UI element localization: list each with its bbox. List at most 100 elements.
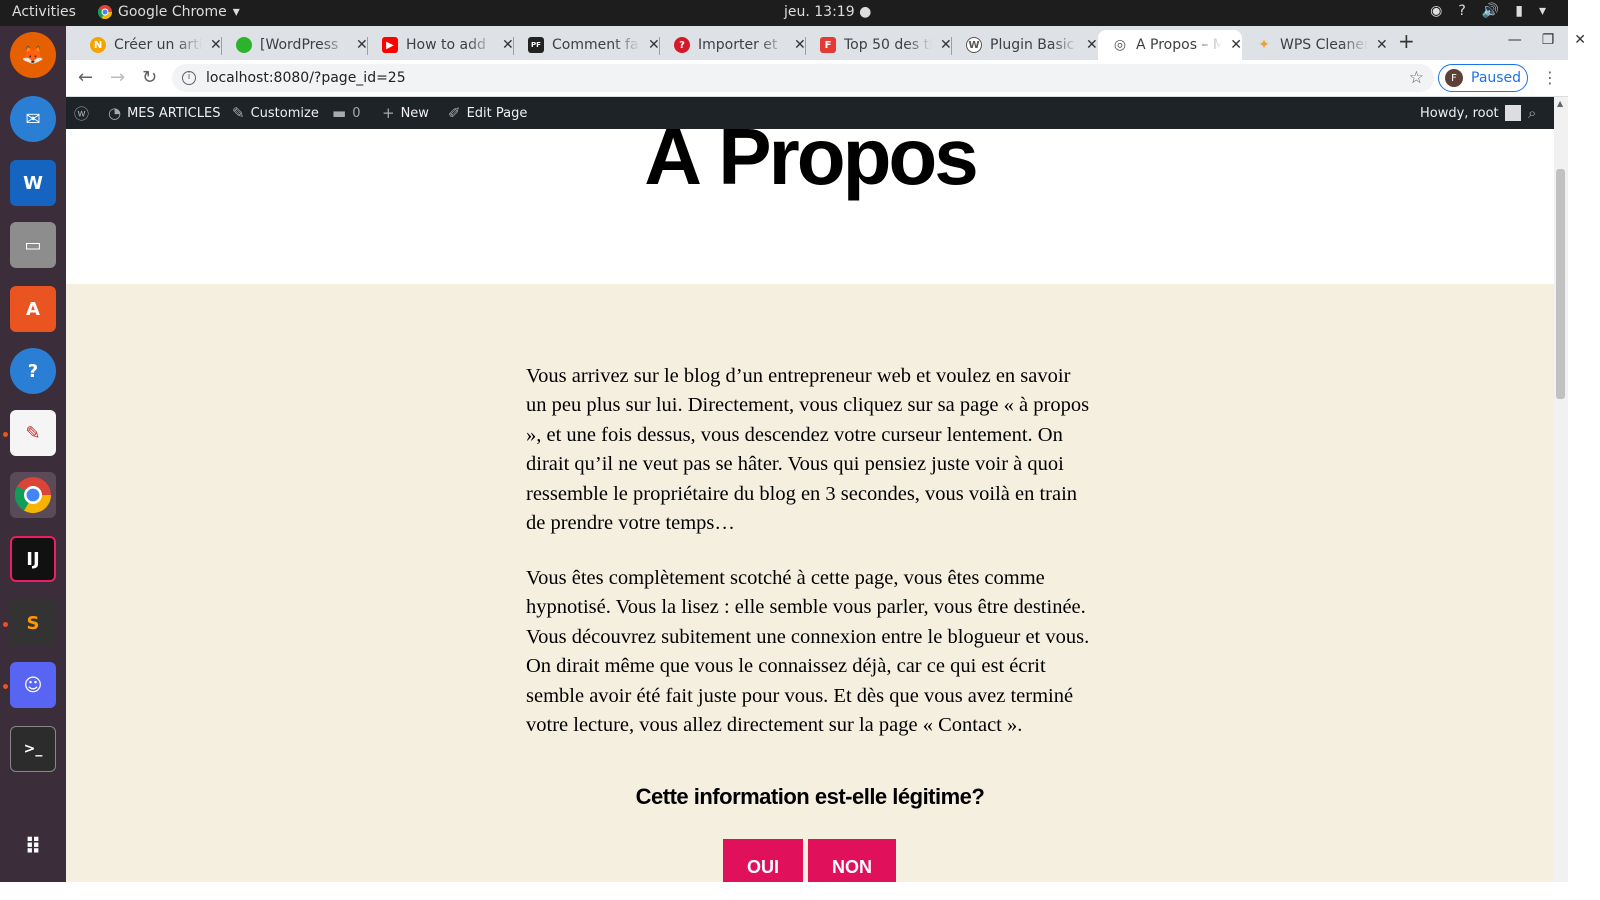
chevron-down-icon: ▾ <box>232 4 240 20</box>
discord-icon[interactable]: ☺ <box>10 662 56 708</box>
tab-title: How to add <box>406 37 486 53</box>
dashboard-icon: ◔ <box>108 104 122 122</box>
scroll-up-icon[interactable]: ▲ <box>1557 99 1563 108</box>
tab-title: Plugin Basic <box>990 37 1075 53</box>
new-tab-button[interactable]: + <box>1398 29 1415 53</box>
wp-customize-link[interactable]: ✎ Customize <box>232 97 319 129</box>
wp-howdy-label: Howdy, root <box>1420 105 1499 121</box>
close-icon[interactable]: ✕ <box>210 37 222 53</box>
page-header: À Propos <box>66 129 1554 284</box>
profile-button[interactable]: F Paused <box>1438 64 1528 92</box>
discord-tray-icon[interactable]: ◉ <box>1430 3 1442 19</box>
yes-button[interactable]: OUI <box>723 839 803 882</box>
wp-site-label: MES ARTICLES <box>127 105 221 121</box>
tab[interactable]: ? Importer et ✕ <box>660 30 806 60</box>
menu-kebab-icon[interactable]: ⋮ <box>1542 68 1558 87</box>
tab[interactable]: [WordPress ✕ <box>222 30 368 60</box>
browser-toolbar: ← → ↻ i localhost:8080/?page_id=25 ☆ F P… <box>66 60 1568 97</box>
show-apps-icon[interactable]: ⠿ <box>10 824 56 870</box>
tab-favicon-icon <box>236 37 252 53</box>
tab-favicon-icon: N <box>90 37 106 53</box>
wp-site-link[interactable]: ◔ MES ARTICLES <box>108 97 220 129</box>
plus-icon: + <box>382 104 395 122</box>
search-icon[interactable]: ⌕ <box>1528 97 1536 129</box>
scrollbar-thumb[interactable] <box>1556 169 1565 399</box>
tab-favicon-icon: ? <box>674 37 690 53</box>
close-icon[interactable]: ✕ <box>794 37 806 53</box>
battery-icon[interactable]: ▮ <box>1515 3 1523 19</box>
close-icon[interactable]: ✕ <box>1086 37 1098 53</box>
tab[interactable]: N Créer un article ✕ <box>76 30 222 60</box>
minimize-icon[interactable]: — <box>1508 32 1522 48</box>
tab-title: A Propos – M <box>1136 37 1223 53</box>
running-indicator <box>3 622 8 627</box>
clock[interactable]: jeu. 13:19 ● <box>784 4 871 20</box>
tab-title: [WordPress <box>260 37 339 53</box>
evince-icon[interactable]: ✎ <box>10 410 56 456</box>
close-icon[interactable]: ✕ <box>1230 37 1242 53</box>
wp-customize-label: Customize <box>250 105 319 121</box>
wp-edit-page-link[interactable]: ✐ Edit Page <box>448 97 527 129</box>
window-controls: — ❐ ✕ <box>1508 32 1586 48</box>
wp-comments-link[interactable]: ▬ 0 <box>332 97 360 129</box>
wp-admin-bar: ⓦ ◔ MES ARTICLES ✎ Customize ▬ 0 + New ✐ Edit… <box>66 97 1554 129</box>
firefox-icon[interactable]: 🦊 <box>10 32 56 78</box>
tab-active[interactable]: ◎ A Propos – M ✕ <box>1098 30 1242 60</box>
tab-favicon-icon: ◎ <box>1113 37 1127 53</box>
tab-title: Top 50 des th <box>844 37 932 53</box>
close-icon[interactable]: ✕ <box>502 37 514 53</box>
no-button[interactable]: NON <box>808 839 896 882</box>
close-window-icon[interactable]: ✕ <box>1574 32 1586 48</box>
volume-icon[interactable]: 🔊 <box>1482 3 1499 19</box>
back-arrow-icon[interactable]: ← <box>78 67 93 88</box>
close-icon[interactable]: ✕ <box>940 37 952 53</box>
tab-strip: N Créer un article ✕ [WordPress ✕ ▶ How to a… <box>66 26 1568 60</box>
help-app-icon[interactable]: ? <box>10 348 56 394</box>
wp-logo-icon[interactable]: ⓦ <box>74 97 89 129</box>
chevron-down-icon[interactable]: ▾ <box>1539 3 1546 19</box>
info-icon[interactable]: i <box>182 71 196 85</box>
tab-title: Comment fa <box>552 37 639 53</box>
close-icon[interactable]: ✕ <box>356 37 368 53</box>
close-icon[interactable]: ✕ <box>1376 37 1388 53</box>
close-icon[interactable]: ✕ <box>648 37 660 53</box>
thunderbird-icon[interactable]: ✉ <box>10 96 56 142</box>
files-icon[interactable]: ▭ <box>10 222 56 268</box>
chrome-dock-icon[interactable] <box>10 472 56 518</box>
help-icon[interactable]: ? <box>1458 3 1465 19</box>
app-menu-label: Google Chrome <box>118 4 227 20</box>
software-center-icon[interactable]: A <box>10 286 56 332</box>
wp-account-menu[interactable]: Howdy, root <box>1420 97 1521 129</box>
pencil-icon: ✐ <box>448 104 461 122</box>
restore-icon[interactable]: ❐ <box>1542 32 1555 48</box>
wp-new-label: New <box>400 105 429 121</box>
terminal-icon[interactable]: >_ <box>10 726 56 772</box>
scrollbar[interactable]: ▲ <box>1554 97 1568 882</box>
tab-title: WPS Cleaner <box>1280 37 1368 53</box>
tab[interactable]: ✦ WPS Cleaner ✕ <box>1242 30 1388 60</box>
address-bar[interactable]: i localhost:8080/?page_id=25 ☆ <box>172 64 1434 92</box>
writer-icon[interactable]: W <box>10 160 56 206</box>
tab[interactable]: F Top 50 des th ✕ <box>806 30 952 60</box>
tab-title: Créer un article <box>114 37 202 53</box>
content-paragraph: Vous arrivez sur le blog d’un entreprene… <box>526 365 1090 535</box>
bookmark-star-icon[interactable]: ☆ <box>1409 68 1424 88</box>
tab-favicon-icon: PF <box>528 37 544 53</box>
chrome-icon <box>98 5 112 19</box>
reload-icon[interactable]: ↻ <box>142 67 157 88</box>
system-tray[interactable]: ◉ ? 🔊 ▮ ▾ <box>1430 3 1546 19</box>
page-content: Vous arrivez sur le blog d’un entreprene… <box>66 284 1554 882</box>
wp-new-link[interactable]: + New <box>382 97 429 129</box>
running-indicator <box>3 684 8 689</box>
tab-title: Importer et <box>698 37 778 53</box>
activities-button[interactable]: Activities <box>12 4 76 20</box>
app-menu[interactable]: Google Chrome ▾ <box>98 4 240 20</box>
forward-arrow-icon[interactable]: → <box>110 67 125 88</box>
tab[interactable]: W Plugin Basic ✕ <box>952 30 1098 60</box>
tab-favicon-icon: ▶ <box>382 37 398 53</box>
tab[interactable]: ▶ How to add ✕ <box>368 30 514 60</box>
tab[interactable]: PF Comment fa ✕ <box>514 30 660 60</box>
system-top-bar: Activities Google Chrome ▾ jeu. 13:19 ● … <box>0 0 1568 26</box>
sublime-icon[interactable]: S <box>10 600 56 646</box>
intellij-icon[interactable]: IJ <box>10 536 56 582</box>
